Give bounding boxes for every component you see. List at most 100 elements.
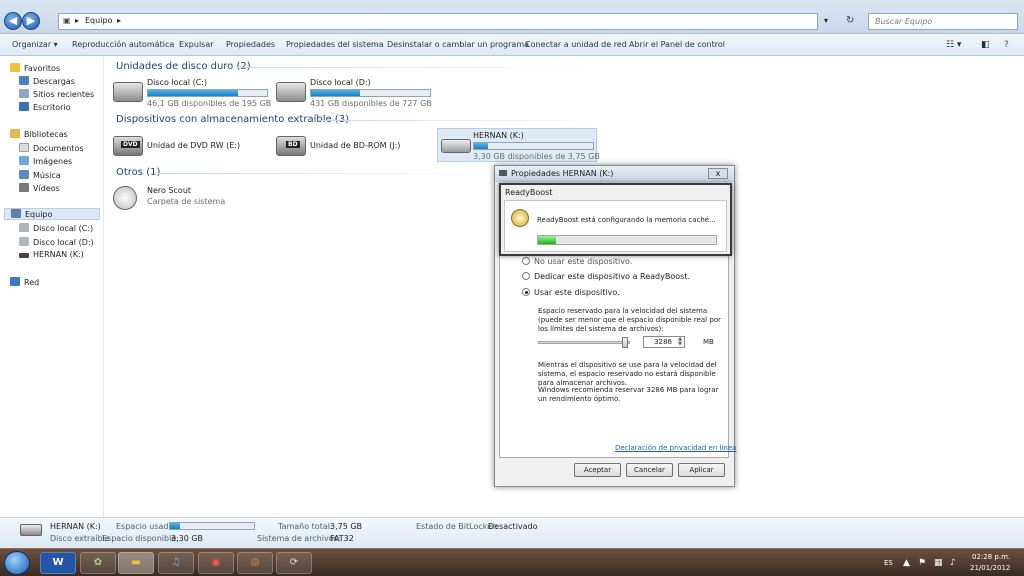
language-indicator[interactable]: ES [884, 559, 893, 567]
details-fs-label: Sistema de archivos: [257, 534, 341, 543]
recent-places-icon [19, 89, 29, 98]
flag-icon[interactable]: ⚑ [918, 558, 926, 568]
drive-bd[interactable]: BD Unidad de BD-ROM (J:) [276, 132, 426, 162]
command-toolbar: Organizar ▾ Reproducción automática Expu… [0, 34, 1024, 56]
drive-k-name: HERNAN (K:) [473, 131, 524, 140]
path-chevron-icon: ▸ [117, 16, 122, 25]
view-options-icon[interactable]: ☷ ▾ [946, 40, 961, 50]
cancel-button[interactable]: Cancelar [626, 463, 673, 477]
toolbar-system-properties[interactable]: Propiedades del sistema [286, 40, 384, 49]
start-button[interactable] [4, 551, 30, 575]
shield-taskbar-icon[interactable]: ✿ [80, 552, 116, 574]
hard-drive-icon [113, 82, 143, 102]
sidebar-item-recent[interactable]: Sitios recientes [19, 89, 94, 99]
dropdown-icon[interactable]: ▾ [824, 16, 828, 25]
details-total-value: 3,75 GB [330, 522, 363, 531]
chrome-taskbar-icon[interactable]: ◉ [198, 552, 234, 574]
sidebar-item-disk-k[interactable]: HERNAN (K:) [19, 250, 84, 259]
toolbar-map-drive[interactable]: Conectar a unidad de red [525, 40, 627, 49]
dialog-titlebar[interactable]: Propiedades HERNAN (K:) x [495, 166, 734, 182]
magnifier-icon [113, 186, 137, 210]
toolbar-organize[interactable]: Organizar ▾ [12, 40, 58, 49]
sidebar-item-desktop[interactable]: Escritorio [19, 102, 71, 112]
radio-dedicate[interactable]: Dedicar este dispositivo a ReadyBoost. [522, 272, 690, 281]
drive-c-usage-bar [147, 89, 268, 97]
drive-d[interactable]: Disco local (D:) 431 GB disponibles de 7… [276, 78, 436, 108]
ok-button[interactable]: Aceptar [574, 463, 621, 477]
usb-drive-icon [20, 524, 42, 536]
star-icon [10, 63, 20, 72]
radio-use-device[interactable]: Usar este dispositivo. [522, 288, 620, 297]
downloads-icon [19, 76, 29, 85]
sidebar-computer[interactable]: Equipo [4, 208, 100, 220]
sidebar-item-disk-d[interactable]: Disco local (D:) [19, 237, 94, 247]
itunes-taskbar-icon[interactable]: ♫ [158, 552, 194, 574]
space-slider[interactable] [538, 337, 630, 348]
volume-icon[interactable]: ♪ [950, 558, 956, 568]
sidebar-item-downloads[interactable]: Descargas [19, 76, 75, 86]
readyboost-tab-panel: No usar este dispositivo. Dedicar este d… [499, 250, 736, 458]
drive-dvd[interactable]: DVD Unidad de DVD RW (E:) [113, 132, 263, 162]
spin-arrows-icon[interactable]: ▲ ▼ [676, 337, 684, 347]
pictures-icon [19, 156, 29, 165]
network-tray-icon[interactable]: ▦ [934, 558, 943, 568]
toolbar-properties[interactable]: Propiedades [226, 40, 275, 49]
clock-date[interactable]: 21/01/2012 [970, 564, 1010, 572]
desktop-icon [19, 102, 29, 111]
sidebar-item-videos[interactable]: Vídeos [19, 183, 60, 193]
sidebar-item-disk-c[interactable]: Disco local (C:) [19, 223, 93, 233]
toolbar-uninstall[interactable]: Desinstalar o cambiar un programa [387, 40, 529, 49]
slider-thumb[interactable] [622, 337, 629, 348]
sidebar-item-music[interactable]: Música [19, 170, 61, 180]
drive-dvd-name: Unidad de DVD RW (E:) [147, 141, 241, 150]
sidebar-favorites[interactable]: Favoritos [10, 63, 60, 73]
toolbar-eject[interactable]: Expulsar [179, 40, 214, 49]
usb-drive-icon [19, 253, 29, 258]
details-fs-value: FAT32 [330, 534, 354, 543]
apply-button[interactable]: Aplicar [678, 463, 725, 477]
help-icon[interactable]: ? [1004, 40, 1009, 50]
refresh-icon[interactable]: ↻ [846, 15, 854, 26]
address-bar[interactable]: ▣ ▸ Equipo ▸ [58, 13, 818, 30]
folder-taskbar-icon[interactable]: ▬ [118, 552, 154, 574]
sidebar-libraries[interactable]: Bibliotecas [10, 129, 68, 139]
readyboost-progress-dialog: ReadyBoost ReadyBoost está configurando … [499, 183, 732, 256]
readyboost-title: ReadyBoost [505, 188, 553, 197]
close-button[interactable]: x [708, 168, 728, 179]
documents-icon [19, 143, 29, 152]
word-taskbar-icon[interactable]: W [40, 552, 76, 574]
group-hard-drives[interactable]: Unidades de disco duro (2) [116, 61, 251, 72]
details-free-value: 3,30 GB [171, 534, 204, 543]
forward-button[interactable]: ▶ [22, 12, 40, 30]
sidebar-network[interactable]: Red [10, 277, 39, 287]
drive-c[interactable]: Disco local (C:) 46,1 GB disponibles de … [113, 78, 273, 108]
drive-k-selected[interactable]: HERNAN (K:) 3,30 GB disponibles de 3,75 … [437, 128, 600, 162]
tray-arrow-icon[interactable]: ▲ [903, 558, 910, 568]
hard-drive-icon [19, 223, 29, 232]
group-removable[interactable]: Dispositivos con almacenamiento extraíbl… [116, 114, 349, 125]
space-description: Espacio reservado para la velocidad del … [538, 307, 721, 333]
bd-drive-icon: BD [276, 136, 306, 156]
computer-icon [11, 209, 21, 218]
toolbar-autoplay[interactable]: Reproducción automática [72, 40, 174, 49]
group-others[interactable]: Otros (1) [116, 167, 160, 178]
group-divider [236, 67, 606, 68]
sidebar-item-pictures[interactable]: Imágenes [19, 156, 72, 166]
program-taskbar-icon[interactable]: ⟳ [276, 552, 312, 574]
search-input[interactable]: Buscar Equipo [868, 13, 1018, 30]
radio-no-use[interactable]: No usar este dispositivo. [522, 257, 632, 266]
recommendation: Windows recomienda reservar 3286 MB para… [538, 386, 719, 403]
nero-scout-type: Carpeta de sistema [147, 197, 226, 206]
back-button[interactable]: ◀ [4, 12, 22, 30]
toolbar-control-panel[interactable]: Abrir el Panel de control [629, 40, 725, 49]
sidebar-item-documents[interactable]: Documentos [19, 143, 84, 153]
privacy-link[interactable]: Declaración de privacidad en línea [615, 444, 736, 452]
firefox-taskbar-icon[interactable]: ◎ [237, 552, 273, 574]
preview-pane-icon[interactable]: ◧ [981, 40, 990, 50]
details-total-label: Tamaño total: [278, 522, 333, 531]
details-bitlocker-value: Desactivado [488, 522, 538, 531]
drive-d-free: 431 GB disponibles de 727 GB [310, 99, 432, 108]
drive-c-free: 46,1 GB disponibles de 195 GB [147, 99, 272, 108]
clock-time[interactable]: 02:28 p.m. [972, 553, 1010, 561]
nero-scout[interactable]: Nero Scout Carpeta de sistema [113, 186, 263, 216]
